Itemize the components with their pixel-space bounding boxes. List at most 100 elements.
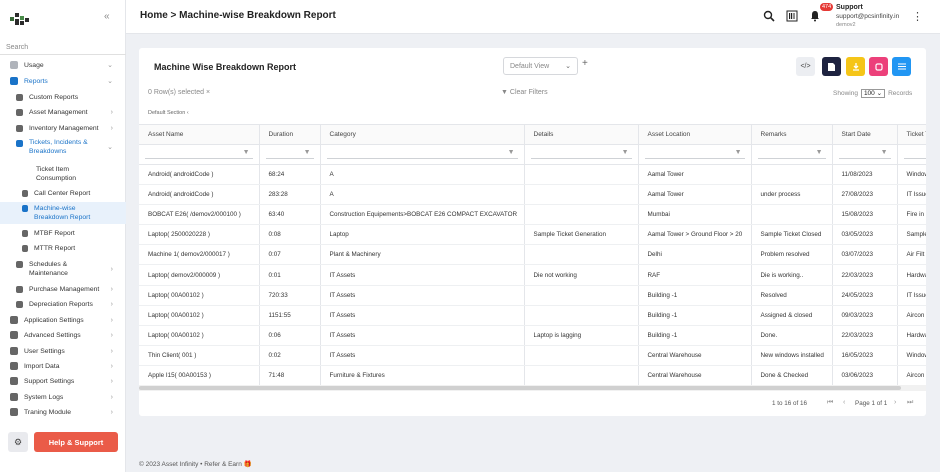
scrollbar-thumb[interactable] xyxy=(139,386,901,390)
clear-filters-button[interactable]: ▼ Clear Filters xyxy=(501,89,548,96)
filter-icon[interactable]: ▼ xyxy=(243,149,250,156)
column-header[interactable]: Asset Location xyxy=(638,125,752,145)
records-per-page-select[interactable]: 100 ⌄ xyxy=(860,89,886,98)
horizontal-scrollbar[interactable] xyxy=(139,385,926,391)
table-row[interactable]: BOBCAT E26( /demov2/000100 ) 63:40 Constru… xyxy=(139,204,926,226)
sidebar-item-mtbf-report[interactable]: MTBF Report xyxy=(0,227,126,239)
sidebar-item-system-logs[interactable]: System Logs › xyxy=(0,391,126,403)
table-row[interactable]: Laptop( 00A00102 ) 0:06 IT Assets Laptop is… xyxy=(139,325,926,347)
add-view-button[interactable]: + xyxy=(582,58,588,69)
barcode-scan-icon[interactable] xyxy=(785,9,799,23)
first-page-icon[interactable]: ⏮ xyxy=(827,399,833,407)
sidebar-item-tickets[interactable]: Tickets, Incidents & Breakdowns ⌄ xyxy=(0,137,126,157)
column-header[interactable]: Category xyxy=(320,125,525,145)
column-header[interactable]: Details xyxy=(524,125,639,145)
table-row[interactable]: Laptop( 2500020228 ) 0:08 Laptop Sample Tic… xyxy=(139,224,926,246)
column-filter[interactable]: ▼ xyxy=(259,144,321,165)
zoom-search-icon[interactable] xyxy=(762,9,776,23)
next-page-icon[interactable]: › xyxy=(894,399,896,406)
table-row[interactable]: Android( androidCode ) 68:24 A Aamal Tower 1… xyxy=(139,164,926,185)
column-header[interactable]: Ticket Type xyxy=(897,125,926,145)
table-cell: Fire in xyxy=(897,204,926,226)
records-label: Records xyxy=(888,90,913,97)
last-page-icon[interactable]: ⏭ xyxy=(907,399,913,407)
filter-icon[interactable]: ▼ xyxy=(304,149,311,156)
top-header: Home > Machine-wise Breakdown Report 474… xyxy=(126,0,940,34)
usage-icon xyxy=(10,61,18,69)
table-cell: Building -1 xyxy=(638,285,752,306)
section-selector[interactable]: Default Section ‹ xyxy=(148,110,189,116)
table-row[interactable]: Apple I15( 00A00153 ) 71:48 Furniture & Fi… xyxy=(139,365,926,387)
collapse-sidebar-icon[interactable]: « xyxy=(104,11,110,22)
column-header[interactable]: Asset Name xyxy=(139,125,260,145)
sidebar-item-training-module[interactable]: Traning Module › xyxy=(0,406,126,418)
table-cell: 0:02 xyxy=(259,345,321,367)
user-name[interactable]: Support xyxy=(836,4,863,11)
filter-icon[interactable]: ▼ xyxy=(508,149,515,156)
sidebar-item-asset-management[interactable]: Asset Management › xyxy=(0,106,126,118)
table-row[interactable]: Android( androidCode ) 283:28 A Aamal Tower… xyxy=(139,184,926,205)
column-settings-button[interactable] xyxy=(892,57,911,76)
sidebar-item-ticket-item-consumption[interactable]: Ticket Item Consumption xyxy=(0,164,126,184)
table-row[interactable]: Machine 1( demov2/000017 ) 0:07 Plant & Ma… xyxy=(139,244,926,266)
table-cell: Mumbai xyxy=(638,204,752,226)
sidebar-item-user-settings[interactable]: User Settings › xyxy=(0,345,126,357)
filter-icon[interactable]: ▼ xyxy=(622,149,629,156)
sidebar-item-import-data[interactable]: Import Data › xyxy=(0,360,126,372)
table-row[interactable]: Laptop( demov2/000009 ) 0:01 IT Assets Die … xyxy=(139,264,926,286)
document-button[interactable] xyxy=(822,57,841,76)
help-support-button[interactable]: Help & Support xyxy=(34,432,118,452)
more-options-icon[interactable]: ⋮ xyxy=(912,10,923,23)
table-row[interactable]: Thin Client( 001 ) 0:02 IT Assets Central W… xyxy=(139,345,926,367)
table-cell: Laptop( 2500020228 ) xyxy=(139,224,260,246)
sidebar-item-schedules-maintenance[interactable]: Schedules & Maintenance › xyxy=(0,259,126,279)
rows-selected-status: 0 Row(s) selected × xyxy=(148,89,210,96)
sidebar-item-call-center-report[interactable]: Call Center Report xyxy=(0,187,126,199)
column-filter[interactable]: ▼ xyxy=(751,144,833,165)
sidebar-item-inventory-management[interactable]: Inventory Management › xyxy=(0,122,126,134)
code-view-button[interactable]: </> xyxy=(796,57,815,76)
logs-icon xyxy=(10,393,18,401)
tools-icon xyxy=(16,93,23,101)
sidebar-item-machine-wise-breakdown-report[interactable]: Machine-wise Breakdown Report xyxy=(0,202,126,224)
sidebar-search-input[interactable]: Search xyxy=(6,44,28,51)
column-filter[interactable] xyxy=(897,144,926,165)
sidebar-item-application-settings[interactable]: Application Settings › xyxy=(0,314,126,326)
column-header[interactable]: Duration xyxy=(259,125,321,145)
column-filter[interactable]: ▼ xyxy=(320,144,525,165)
sidebar-item-usage[interactable]: Usage ⌄ xyxy=(0,60,126,70)
column-filter[interactable]: ▼ xyxy=(139,144,260,165)
previous-page-icon[interactable]: ‹ xyxy=(843,399,845,406)
sidebar-item-label: Purchase Management xyxy=(29,285,100,293)
download-icon xyxy=(852,62,859,71)
table-cell xyxy=(524,164,639,185)
sidebar-item-custom-reports[interactable]: Custom Reports xyxy=(0,91,126,103)
filter-icon[interactable]: ▼ xyxy=(816,149,823,156)
settings-button[interactable]: ⚙ xyxy=(8,432,28,452)
sidebar-item-mttr-report[interactable]: MTTR Report xyxy=(0,242,126,254)
column-filter[interactable]: ▼ xyxy=(832,144,898,165)
view-select[interactable]: Default View ⌄ xyxy=(503,57,578,75)
table-row[interactable]: Laptop( 00A00102 ) 1151:55 IT Assets Buildi… xyxy=(139,305,926,327)
column-filter[interactable]: ▼ xyxy=(524,144,639,165)
column-header[interactable]: Remarks xyxy=(751,125,833,145)
refresh-button[interactable] xyxy=(869,57,888,76)
column-filter[interactable]: ▼ xyxy=(638,144,752,165)
footer-text[interactable]: © 2023 Asset Infinity • Refer & Earn xyxy=(139,461,242,468)
filter-icon[interactable]: ▼ xyxy=(735,149,742,156)
download-button[interactable] xyxy=(846,57,865,76)
table-cell: 15/08/2023 xyxy=(832,204,898,226)
bell-icon[interactable] xyxy=(808,9,822,23)
document-icon xyxy=(22,205,28,212)
table-cell: Done. xyxy=(751,325,833,347)
table-cell: 03/05/2023 xyxy=(832,224,898,246)
sidebar-item-support-settings[interactable]: Support Settings › xyxy=(0,375,126,387)
sidebar-item-advanced-settings[interactable]: Advanced Settings › xyxy=(0,329,126,341)
clear-selection-icon[interactable]: × xyxy=(206,89,210,96)
table-row[interactable]: Laptop( 00A00102 ) 720:33 IT Assets Buildin… xyxy=(139,285,926,306)
column-header[interactable]: Start Date xyxy=(832,125,898,145)
sidebar-item-depreciation-reports[interactable]: Depreciation Reports › xyxy=(0,298,126,310)
sidebar-item-reports[interactable]: Reports ⌄ xyxy=(0,75,126,87)
sidebar-item-purchase-management[interactable]: Purchase Management › xyxy=(0,283,126,295)
filter-icon[interactable]: ▼ xyxy=(881,149,888,156)
